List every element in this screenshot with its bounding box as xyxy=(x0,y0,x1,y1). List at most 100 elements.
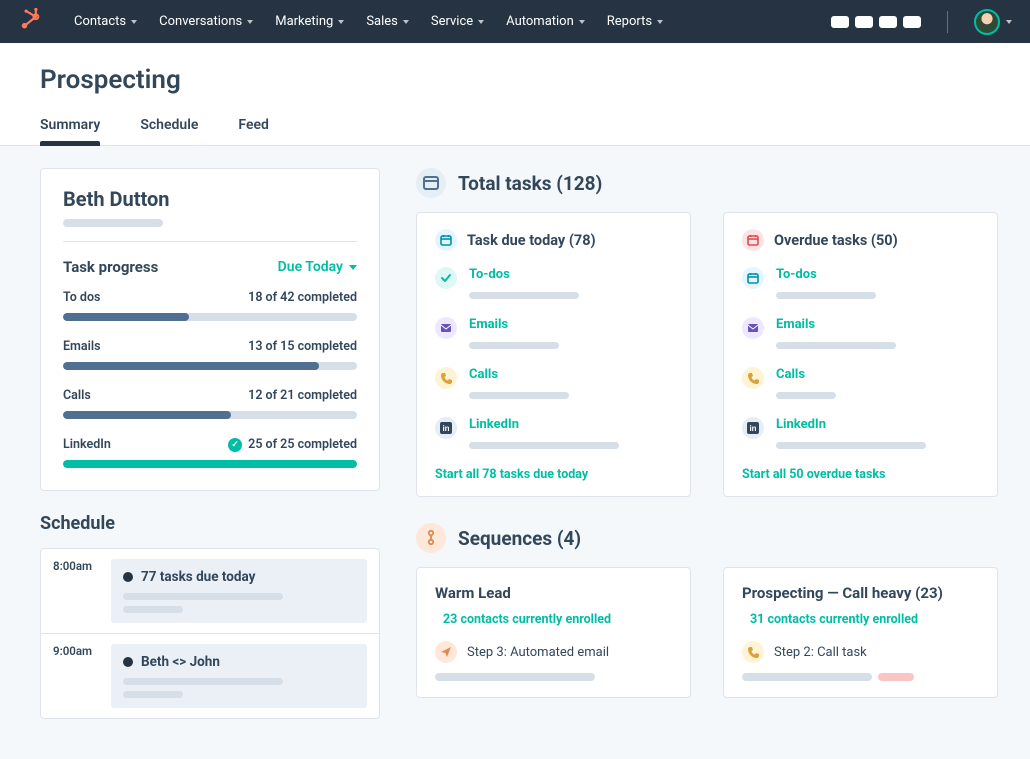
nav-item-service[interactable]: Service xyxy=(421,8,494,35)
task-type-label[interactable]: Emails xyxy=(776,317,979,332)
chevron-down-icon xyxy=(131,20,137,24)
progress-bar xyxy=(63,362,357,370)
task-type-label[interactable]: To-dos xyxy=(776,267,979,282)
hubspot-logo-icon[interactable] xyxy=(18,7,44,37)
task-type-label[interactable]: LinkedIn xyxy=(469,417,672,432)
progress-label: LinkedIn xyxy=(63,437,111,452)
progress-status: 18 of 42 completed xyxy=(248,290,357,305)
sequence-progress xyxy=(435,673,672,681)
sequence-step: Step 3: Automated email xyxy=(435,641,672,663)
nav-item-reports[interactable]: Reports xyxy=(597,8,673,35)
task-panel: Overdue tasks (50) To-dos Emails Calls i… xyxy=(723,212,998,497)
page-header: Prospecting Summary Schedule Feed xyxy=(0,43,1030,146)
slot-time: 8:00am xyxy=(41,549,99,633)
top-nav: Contacts Conversations Marketing Sales Servi… xyxy=(0,0,1030,43)
phone-icon xyxy=(742,641,764,663)
send-icon xyxy=(435,641,457,663)
phone-icon xyxy=(435,367,457,389)
sequence-step: Step 2: Call task xyxy=(742,641,979,663)
nav-item-label: Reports xyxy=(607,14,652,29)
nav-item-label: Service xyxy=(431,14,473,29)
calendar-icon xyxy=(742,267,764,289)
progress-bar xyxy=(63,460,357,468)
progress-row: LinkedIn ✓ 25 of 25 completed xyxy=(63,437,357,468)
task-type-row: Emails xyxy=(742,317,979,349)
calendar-icon xyxy=(742,229,764,251)
chevron-down-icon xyxy=(579,20,585,24)
linkedin-icon: in xyxy=(742,417,764,439)
sequence-card: Prospecting — Call heavy (23) 31 contact… xyxy=(723,567,998,698)
chevron-down-icon xyxy=(657,20,663,24)
nav-item-sales[interactable]: Sales xyxy=(356,8,419,35)
tabs: Summary Schedule Feed xyxy=(40,117,990,145)
task-type-row: in LinkedIn xyxy=(435,417,672,449)
progress-row: To dos 18 of 42 completed xyxy=(63,290,357,321)
tab-schedule[interactable]: Schedule xyxy=(140,117,198,145)
event-dot-icon xyxy=(123,572,133,582)
nav-item-automation[interactable]: Automation xyxy=(496,8,595,35)
page-title: Prospecting xyxy=(40,65,990,95)
nav-item-label: Conversations xyxy=(159,14,242,29)
schedule-slot: 9:00am Beth <> John xyxy=(41,633,379,718)
svg-text:in: in xyxy=(442,424,449,433)
task-type-row: in LinkedIn xyxy=(742,417,979,449)
nav-item-contacts[interactable]: Contacts xyxy=(64,8,147,35)
nav-item-label: Marketing xyxy=(275,14,333,29)
check-circle-icon: ✓ xyxy=(228,438,242,452)
window-icon xyxy=(416,168,446,198)
sequence-enroll[interactable]: 31 contacts currently enrolled xyxy=(742,612,979,627)
phone-icon xyxy=(742,367,764,389)
task-type-label[interactable]: Calls xyxy=(776,367,979,382)
sequences-title: Sequences (4) xyxy=(458,527,581,550)
nav-item-conversations[interactable]: Conversations xyxy=(149,8,263,35)
progress-bar xyxy=(63,411,357,419)
profile-card: Beth Dutton Task progress Due Today To d… xyxy=(40,168,380,491)
check-icon xyxy=(435,267,457,289)
chevron-down-icon xyxy=(478,20,484,24)
task-type-row: To-dos xyxy=(435,267,672,299)
start-all-link[interactable]: Start all 78 tasks due today xyxy=(435,467,672,482)
chevron-down-icon xyxy=(338,20,344,24)
sequence-title: Warm Lead xyxy=(435,584,672,602)
task-type-label[interactable]: Emails xyxy=(469,317,672,332)
nav-item-label: Automation xyxy=(506,14,574,29)
progress-status: 13 of 15 completed xyxy=(248,339,357,354)
task-type-label[interactable]: LinkedIn xyxy=(776,417,979,432)
mail-icon xyxy=(435,317,457,339)
task-type-label[interactable]: To-dos xyxy=(469,267,672,282)
task-type-row: Calls xyxy=(435,367,672,399)
due-filter-select[interactable]: Due Today xyxy=(278,259,357,275)
mail-icon xyxy=(742,317,764,339)
event-title: Beth <> John xyxy=(141,654,220,670)
progress-bar xyxy=(63,313,357,321)
progress-status: ✓ 25 of 25 completed xyxy=(228,437,357,452)
sequence-enroll[interactable]: 23 contacts currently enrolled xyxy=(435,612,672,627)
event-dot-icon xyxy=(123,657,133,667)
progress-label: To dos xyxy=(63,290,100,305)
task-panel-title: Overdue tasks (50) xyxy=(774,232,898,249)
profile-subtitle-skeleton xyxy=(63,219,163,227)
linkedin-icon: in xyxy=(435,417,457,439)
progress-label: Calls xyxy=(63,388,91,403)
account-menu[interactable] xyxy=(974,9,1012,35)
sequences-icon xyxy=(416,523,446,553)
task-panel: Task due today (78) To-dos Emails Calls … xyxy=(416,212,691,497)
tab-feed[interactable]: Feed xyxy=(238,117,269,145)
schedule-title: Schedule xyxy=(40,513,380,534)
schedule-event[interactable]: 77 tasks due today xyxy=(111,559,367,623)
task-type-label[interactable]: Calls xyxy=(469,367,672,382)
start-all-link[interactable]: Start all 50 overdue tasks xyxy=(742,467,979,482)
event-title: 77 tasks due today xyxy=(141,569,255,585)
progress-row: Calls 12 of 21 completed xyxy=(63,388,357,419)
chevron-down-icon xyxy=(1006,20,1012,24)
avatar-icon xyxy=(974,9,1000,35)
progress-label: Emails xyxy=(63,339,101,354)
chevron-down-icon xyxy=(247,20,253,24)
nav-action-pills[interactable] xyxy=(831,16,921,28)
tab-summary[interactable]: Summary xyxy=(40,117,100,145)
progress-status: 12 of 21 completed xyxy=(248,388,357,403)
task-panel-title: Task due today (78) xyxy=(467,232,596,249)
nav-item-marketing[interactable]: Marketing xyxy=(265,8,354,35)
nav-item-label: Contacts xyxy=(74,14,126,29)
calendar-icon xyxy=(435,229,457,251)
